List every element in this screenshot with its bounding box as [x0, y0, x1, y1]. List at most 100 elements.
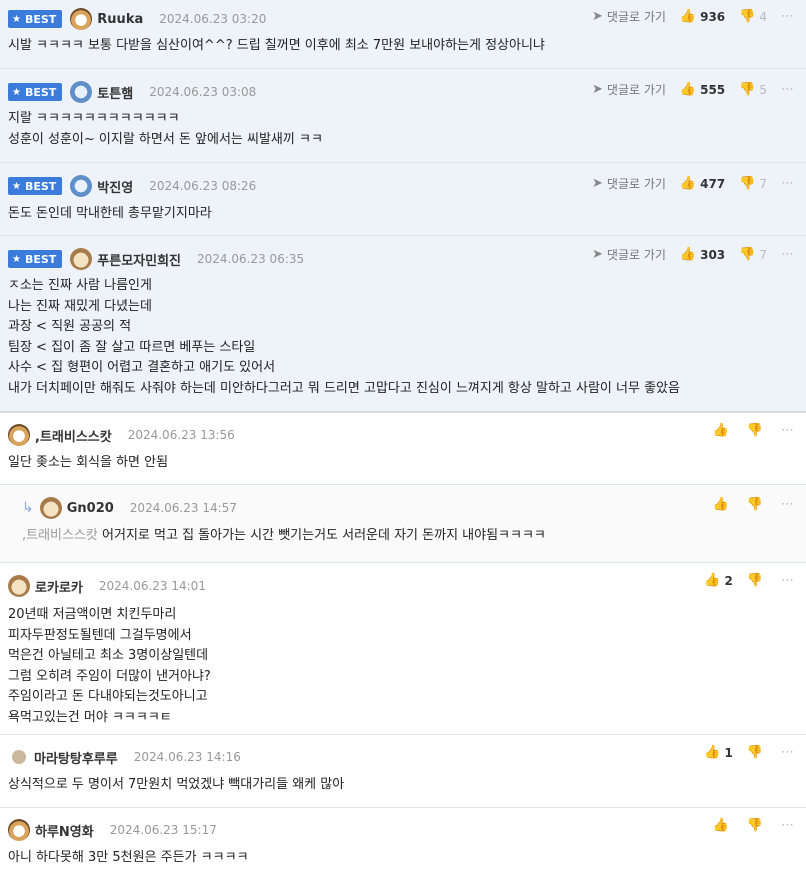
dislike-button[interactable]: 👎	[747, 745, 767, 760]
thumbs-up-icon: 👍	[679, 176, 697, 191]
comment-body: 상식적으로 두 명이서 7만원치 먹었겠냐 빽대가리들 왜케 많아	[8, 777, 345, 792]
more-button[interactable]: ⋯	[781, 745, 798, 760]
more-icon: ⋯	[781, 818, 794, 833]
comment-header: ★ BEST 푸른모자민희진 2024.06.23 06:35	[8, 248, 304, 270]
avatar[interactable]	[8, 575, 30, 597]
more-icon: ⋯	[781, 423, 794, 438]
nickname[interactable]: Gn020	[67, 501, 114, 516]
thumbs-up-icon: 👍	[712, 818, 729, 833]
dislike-button[interactable]: 👎 5	[739, 82, 767, 97]
more-icon: ⋯	[781, 9, 794, 24]
reply-comment: ↳ Gn020 2024.06.23 14:57 👍 👎 ⋯ ,트래비스스캇 어…	[0, 485, 806, 563]
thumbs-down-icon: 👎	[746, 423, 763, 438]
comment-header: 마라탕탕후루루 2024.06.23 14:16	[8, 746, 241, 768]
comment-header: ↳ Gn020 2024.06.23 14:57	[22, 497, 237, 519]
comment-body: 20년때 저금액이면 치킨두마리 피자두판정도될텐데 그걸두명에서 먹은건 아닐…	[8, 607, 211, 725]
thumbs-down-icon: 👎	[739, 247, 756, 262]
more-icon: ⋯	[781, 247, 794, 262]
best-badge: ★ BEST	[8, 83, 63, 101]
comment-date: 2024.06.23 08:26	[149, 179, 257, 193]
more-button[interactable]: ⋯	[781, 82, 798, 97]
avatar[interactable]	[70, 248, 93, 270]
comment: 로카로카 2024.06.23 14:01 👍 2 👎 ⋯ 20년때 저금액이면 …	[0, 563, 806, 735]
nickname[interactable]: 푸른모자민희진	[97, 250, 181, 269]
comment-header: ★ BEST 박진영 2024.06.23 08:26	[8, 175, 256, 197]
comment-body: 돈도 돈인데 막내한테 총무맡기지마라	[8, 206, 212, 221]
goto-reply-button[interactable]: ➤ 댓글로 가기	[592, 246, 666, 263]
more-button[interactable]: ⋯	[781, 247, 798, 262]
comment-date: 2024.06.23 14:16	[133, 750, 241, 764]
thumbs-down-icon: 👎	[739, 176, 756, 191]
more-button[interactable]: ⋯	[781, 176, 798, 191]
comment-actions: 👍 2 👎 ⋯	[690, 573, 798, 588]
dislike-button[interactable]: 👎 4	[739, 9, 767, 24]
goto-reply-button[interactable]: ➤ 댓글로 가기	[592, 175, 666, 192]
mention[interactable]: ,트래비스스캇	[22, 528, 98, 543]
like-button[interactable]: 👍 477	[680, 176, 725, 191]
like-button[interactable]: 👍 2	[704, 573, 733, 588]
nickname[interactable]: 마라탕탕후루루	[34, 748, 118, 767]
best-comment: ★ BEST 토튼햄 2024.06.23 03:08 ➤ 댓글로 가기 👍 555 …	[0, 69, 806, 163]
nickname[interactable]: 토튼햄	[97, 83, 133, 102]
dislike-button[interactable]: 👎 7	[739, 176, 767, 191]
reply-arrow-icon: ↳	[22, 500, 34, 516]
nickname[interactable]: 하루N영화	[35, 821, 94, 840]
best-badge: ★ BEST	[8, 177, 63, 195]
nickname[interactable]: ,트래비스스캇	[35, 426, 112, 445]
dislike-button[interactable]: 👎	[747, 573, 767, 588]
comment-body: 아니 하다못해 3만 5천원은 주든가 ㅋㅋㅋㅋ	[8, 850, 249, 865]
nickname[interactable]: Ruuka	[97, 12, 143, 27]
best-comment: ★ BEST 박진영 2024.06.23 08:26 ➤ 댓글로 가기 👍 477 …	[0, 163, 806, 236]
goto-reply-button[interactable]: ➤ 댓글로 가기	[592, 8, 666, 25]
like-button[interactable]: 👍 303	[680, 247, 725, 262]
comment-body: 시발 ㅋㅋㅋㅋ 보통 다받을 심산이여^^? 드립 칠꺼면 이후에 최소 7만원…	[8, 38, 545, 53]
nickname[interactable]: 박진영	[97, 177, 133, 196]
comment-header: 로카로카 2024.06.23 14:01	[8, 575, 206, 597]
comment-date: 2024.06.23 13:56	[127, 428, 235, 442]
best-comment: ★ BEST 푸른모자민희진 2024.06.23 06:35 ➤ 댓글로 가기 👍…	[0, 236, 806, 413]
more-button[interactable]: ⋯	[781, 818, 798, 833]
best-comment: ★ BEST Ruuka 2024.06.23 03:20 ➤ 댓글로 가기 👍 93…	[0, 0, 806, 69]
like-button[interactable]: 👍 1	[704, 745, 733, 760]
dislike-button[interactable]: 👎	[747, 818, 767, 833]
avatar[interactable]	[70, 81, 93, 103]
like-button[interactable]: 👍 555	[680, 82, 725, 97]
thumbs-up-icon: 👍	[704, 573, 721, 588]
dislike-button[interactable]: 👎 7	[739, 247, 767, 262]
comment-header: 하루N영화 2024.06.23 15:17	[8, 819, 217, 841]
like-button[interactable]: 👍	[713, 423, 733, 438]
star-icon: ★	[12, 13, 21, 25]
comment-body: 일단 좆소는 회식을 하면 안됨	[8, 455, 169, 470]
avatar[interactable]	[12, 750, 26, 764]
avatar[interactable]	[70, 8, 93, 30]
comment-date: 2024.06.23 06:35	[197, 252, 305, 266]
comment: ,트래비스스캇 2024.06.23 13:56 👍 👎 ⋯ 일단 좆소는 회식…	[0, 413, 806, 485]
more-icon: ⋯	[781, 745, 794, 760]
thumbs-down-icon: 👎	[746, 573, 763, 588]
avatar[interactable]	[8, 819, 30, 841]
thumbs-down-icon: 👎	[746, 818, 763, 833]
dislike-button[interactable]: 👎	[747, 497, 767, 512]
more-icon: ⋯	[781, 497, 794, 512]
more-button[interactable]: ⋯	[781, 573, 798, 588]
more-icon: ⋯	[781, 82, 794, 97]
send-icon: ➤	[592, 247, 603, 262]
dislike-button[interactable]: 👎	[747, 423, 767, 438]
like-button[interactable]: 👍	[713, 818, 733, 833]
star-icon: ★	[12, 253, 21, 265]
comment-body: 지랄 ㅋㅋㅋㅋㅋㅋㅋㅋㅋㅋㅋㅋ 성훈이 성훈이~ 이지랄 하면서 돈 앞에서는 …	[8, 111, 323, 147]
comment-date: 2024.06.23 03:08	[149, 85, 257, 99]
more-button[interactable]: ⋯	[781, 9, 798, 24]
nickname[interactable]: 로카로카	[35, 577, 83, 596]
thumbs-up-icon: 👍	[679, 82, 697, 97]
send-icon: ➤	[592, 82, 603, 97]
goto-reply-button[interactable]: ➤ 댓글로 가기	[592, 81, 666, 98]
more-button[interactable]: ⋯	[781, 497, 798, 512]
avatar[interactable]	[39, 497, 62, 519]
comment: 마라탕탕후루루 2024.06.23 14:16 👍 1 👎 ⋯ 상식적으로 두 …	[0, 735, 806, 808]
more-button[interactable]: ⋯	[781, 423, 798, 438]
avatar[interactable]	[70, 175, 93, 197]
like-button[interactable]: 👍 936	[680, 9, 725, 24]
like-button[interactable]: 👍	[713, 497, 733, 512]
avatar[interactable]	[8, 424, 30, 446]
